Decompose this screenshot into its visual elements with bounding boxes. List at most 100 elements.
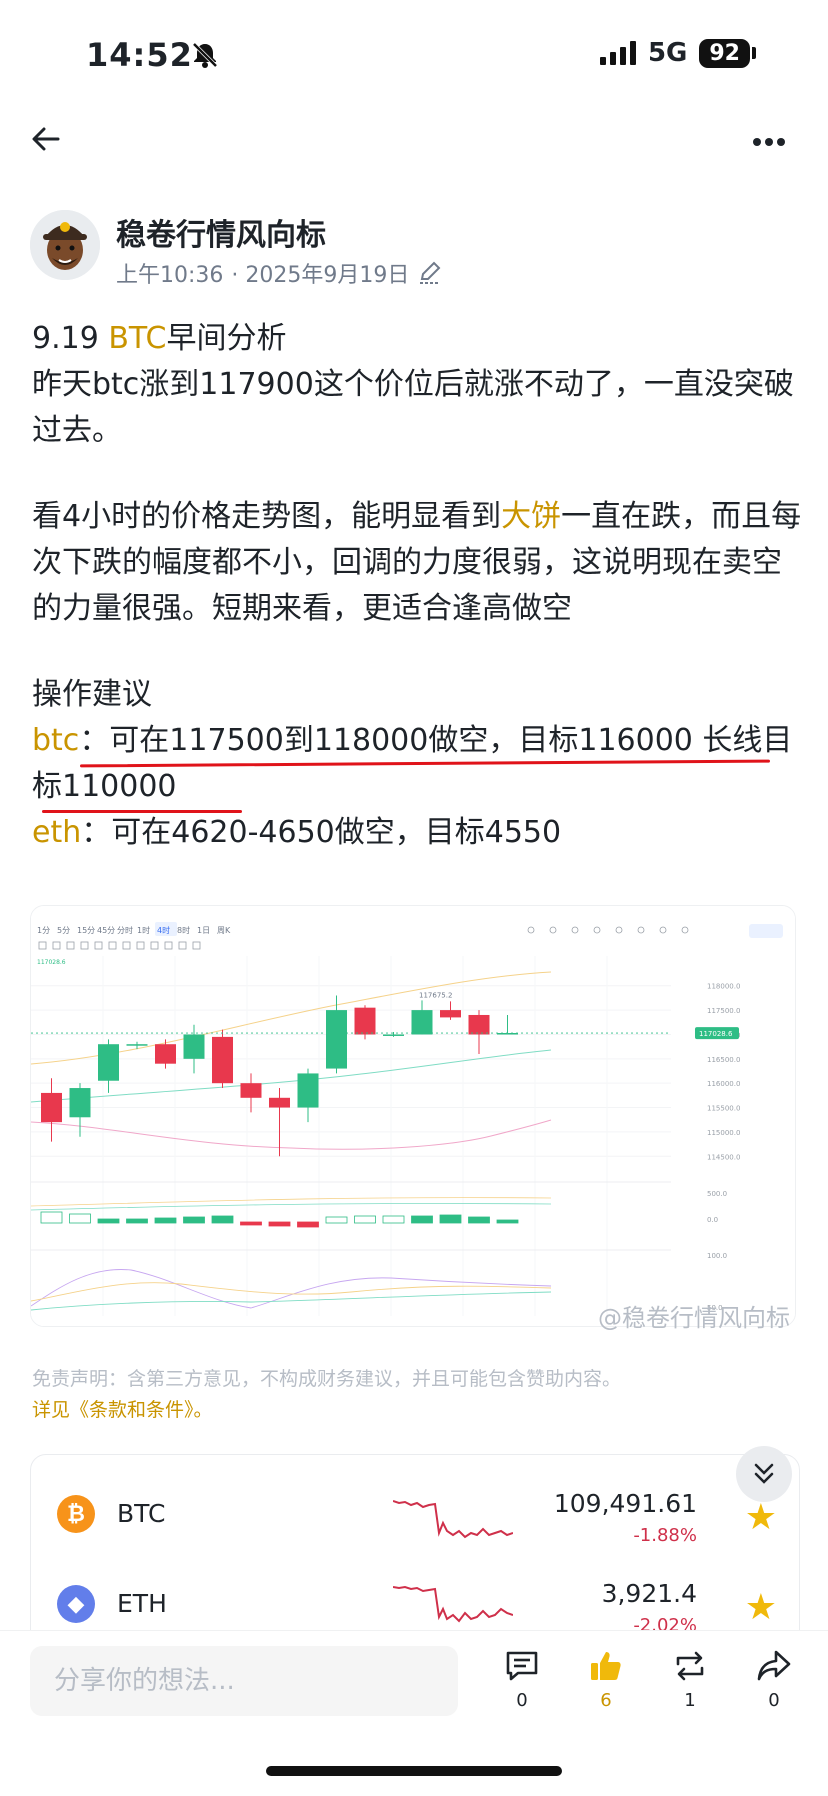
btc-sparkline <box>393 1500 513 1539</box>
vol-tick-label: 500.0 <box>707 1190 727 1198</box>
candle-body <box>41 1092 62 1123</box>
more-options-icon[interactable] <box>752 132 786 151</box>
y-tick-label: 114500.0 <box>707 1153 740 1161</box>
high-price-label: 117675.2 <box>419 992 452 1000</box>
candle-body <box>183 1034 205 1059</box>
interval-tab: 5分 <box>57 926 70 935</box>
ticker-row-btc[interactable]: ₿ BTC 109,491.61 -1.88% ★ <box>57 1489 777 1549</box>
edited-pencil-icon <box>420 261 441 284</box>
eth-label[interactable]: eth <box>32 815 81 850</box>
y-tick-label: 115000.0 <box>707 1129 740 1137</box>
comment-icon <box>506 1651 538 1681</box>
post-paragraph-2: 看4小时的价格走势图，能明显看到大饼一直在跌，而且每次下跌的幅度都不小，回调的力… <box>32 499 802 626</box>
volume-bar <box>154 1217 177 1224</box>
y-tick-label: 116500.0 <box>707 1056 740 1064</box>
eth-coin-icon: ◆ <box>57 1585 95 1623</box>
ticker-price: 109,491.61 <box>553 1489 697 1518</box>
interval-tab: 4时 <box>157 925 170 935</box>
ticker-price: 3,921.4 <box>601 1579 697 1608</box>
repost-button[interactable]: 1 <box>660 1648 720 1711</box>
share-button[interactable]: 0 <box>744 1648 804 1711</box>
candle-body <box>326 1010 347 1069</box>
status-right: 5G 92 <box>599 38 756 68</box>
volume-bar <box>439 1214 462 1224</box>
volume-bar <box>240 1221 262 1226</box>
post-date: · 2025年9月19日 <box>231 263 410 288</box>
candle-body <box>240 1083 262 1098</box>
ops-title: 操作建议 <box>32 677 152 712</box>
disclaimer-text: 免责声明：含第三方意见，不构成财务建议，并且可能包含赞助内容。 <box>32 1368 622 1390</box>
author-avatar[interactable] <box>30 210 100 280</box>
status-time: 14:52 <box>86 36 193 74</box>
comment-count: 0 <box>516 1690 528 1711</box>
candle-body <box>155 1044 176 1064</box>
volume-bar <box>496 1219 519 1224</box>
underline-mark-2 <box>42 810 242 813</box>
chart-image[interactable]: 1分 5分 15分 45分 分时 1时 4时 8时 1日 周K 117028.6 118000.0 1… <box>30 905 796 1327</box>
chart-watermark: @稳卷行情风向标 <box>598 1304 790 1332</box>
interval-tab: 45分 <box>97 926 115 935</box>
btc-label[interactable]: btc <box>32 723 79 758</box>
signal-icon <box>599 41 636 65</box>
interval-tab: 周K <box>217 926 231 935</box>
ticker-card: ₿ BTC 109,491.61 -1.88% ★ ◆ ETH 3,921.4 … <box>30 1454 800 1656</box>
volume-bar <box>183 1216 205 1224</box>
share-arrow-icon <box>757 1650 791 1681</box>
terms-link[interactable]: 详见《条款和条件》。 <box>32 1395 213 1422</box>
volume-bar <box>297 1221 319 1228</box>
bell-muted-icon <box>190 40 220 74</box>
home-indicator <box>266 1766 562 1776</box>
post-title: 9.19 BTC早间分析 <box>32 321 287 356</box>
interval-tab: 分时 <box>117 925 133 935</box>
ticker-change: -1.88% <box>633 1525 697 1546</box>
share-count: 0 <box>768 1690 780 1711</box>
back-arrow-icon[interactable] <box>30 122 62 162</box>
post-content: 9.19 BTC早间分析 昨天btc涨到117900这个价位后就涨不动了，一直没… <box>32 316 802 856</box>
y-tick-label: 117500.0 <box>707 1007 740 1015</box>
like-button[interactable]: 6 <box>576 1648 636 1711</box>
volume-bar <box>411 1215 433 1224</box>
post-meta: 上午10:36 · 2025年9月19日 <box>116 257 443 289</box>
ai-button <box>749 924 783 938</box>
collapse-chevrons-icon[interactable] <box>736 1446 792 1502</box>
author-name[interactable]: 稳卷行情风向标 <box>116 210 326 254</box>
y-tick-label: 118000.0 <box>707 983 740 991</box>
comment-button[interactable]: 0 <box>492 1648 552 1711</box>
volume-bar <box>97 1218 120 1224</box>
volume-bar <box>468 1216 490 1224</box>
last-price-label: 117028.6 <box>699 1030 733 1038</box>
battery-tip <box>752 47 756 59</box>
post-paragraph-1: 昨天btc涨到117900这个价位后就涨不动了，一直没突破过去。 <box>32 367 794 448</box>
ind-tick-label: 100.0 <box>707 1252 727 1260</box>
interval-tab: 1日 <box>197 926 210 935</box>
thumbs-up-icon <box>591 1652 621 1680</box>
candle-body <box>212 1036 233 1084</box>
volume-bar <box>354 1215 376 1224</box>
volume-bar <box>325 1216 348 1224</box>
favorite-star-icon[interactable]: ★ <box>745 1497 777 1538</box>
y-tick-label: 116000.0 <box>707 1080 740 1088</box>
candle-body <box>411 1010 433 1035</box>
favorite-star-icon[interactable]: ★ <box>745 1587 777 1628</box>
candle-body <box>468 1014 490 1035</box>
btc-tag-link[interactable]: BTC <box>108 321 166 356</box>
ma-legend: 117028.6 <box>37 959 66 966</box>
repost-icon <box>676 1651 704 1681</box>
ticker-symbol: BTC <box>117 1499 166 1528</box>
y-tick-label: 115500.0 <box>707 1105 740 1113</box>
comment-input[interactable]: 分享你的想法... <box>30 1646 458 1716</box>
volume-bar <box>69 1213 91 1224</box>
ticker-symbol: ETH <box>117 1589 167 1618</box>
volume-bar <box>126 1218 148 1224</box>
candle-body <box>98 1044 119 1081</box>
dabing-tag-link[interactable]: 大饼 <box>501 499 561 534</box>
vol-tick-label: 0.0 <box>707 1216 718 1224</box>
eth-advice: eth：可在4620-4650做空，目标4550 <box>32 815 562 850</box>
candle-body <box>297 1073 319 1108</box>
like-count: 6 <box>600 1690 612 1711</box>
repost-count: 1 <box>684 1690 696 1711</box>
candle-body <box>69 1088 91 1118</box>
network-type: 5G <box>647 38 688 68</box>
candle-body <box>354 1007 376 1035</box>
kline-chart: 1分 5分 15分 45分 分时 1时 4时 8时 1日 周K 117028.6 118000.0 1… <box>31 906 795 1326</box>
